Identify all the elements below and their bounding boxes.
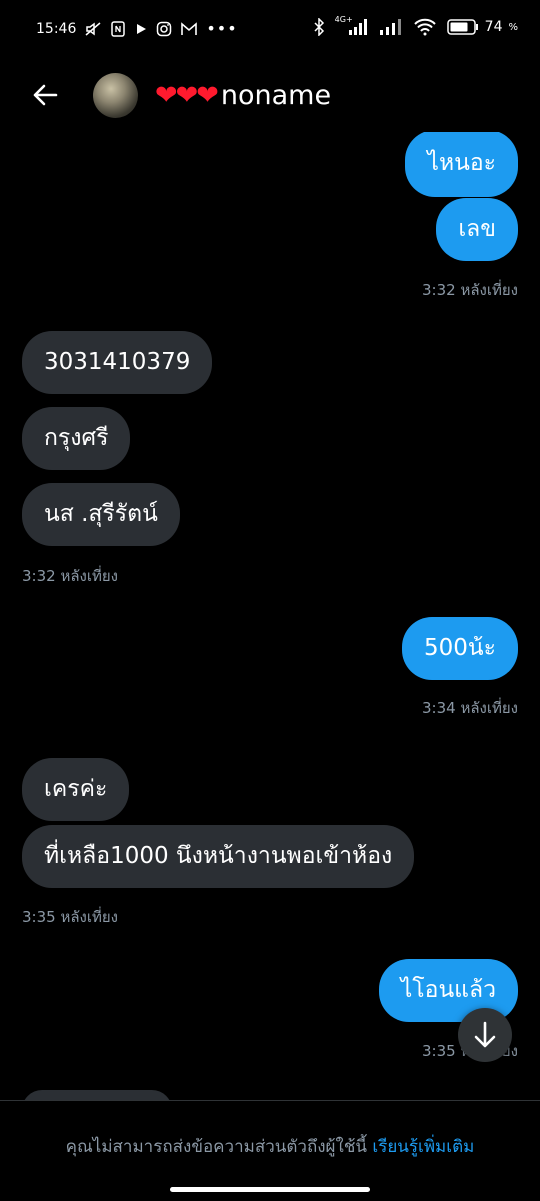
nfc-icon [111,20,126,37]
battery-icon [446,19,478,35]
gmail-icon [181,21,198,35]
message-timestamp: 3:34 หลังเที่ยง [422,699,518,717]
message-timestamp: 3:32 หลังเที่ยง [422,281,518,299]
message-bubble-out[interactable]: เลข [436,198,518,261]
footer-notice-text: คุณไม่สามารถส่งข้อความส่วนตัวถึงผู้ใช้นี… [65,1137,373,1157]
dm-disabled-notice: คุณไม่สามารถส่งข้อความส่วนตัวถึงผู้ใช้นี… [0,1133,540,1160]
home-indicator[interactable] [170,1187,370,1192]
signal-4g-icon: 4G+ [335,15,369,36]
message-text: ไหนอะ [427,150,496,176]
message-bubble-in[interactable]: ที่เหลือ1000 นึงหน้างานพอเข้าห้อง [22,825,415,888]
message-text: เครค่ะ [44,776,108,802]
message-text: กรุงศรี [44,425,109,451]
back-button[interactable] [28,78,62,112]
message-text: 3031410379 [44,349,191,375]
conversation-header: ❤❤❤ noname [0,62,540,132]
more-notifications-icon: ••• [206,19,238,38]
message-text: นส .สุรีรัตน์ [44,501,158,527]
message-text: ที่เหลือ1000 นึงหน้างานพอเข้าห้อง [44,843,393,869]
scroll-to-bottom-button[interactable] [458,1008,512,1062]
play-icon [137,23,147,34]
conversation-title[interactable]: ❤❤❤ noname [155,80,331,111]
battery: 74% [446,19,518,35]
bluetooth-icon [314,18,324,36]
signal-icon [379,19,401,35]
hearts-emoji: ❤❤❤ [155,80,219,111]
dm-disabled-footer: คุณไม่สามารถส่งข้อความส่วนตัวถึงผู้ใช้นี… [0,1100,540,1201]
mute-icon [85,21,101,36]
wifi-icon [413,18,436,36]
arrow-down-icon [474,1021,496,1048]
message-text: 500น้ะ [424,635,496,661]
message-bubble-in[interactable]: กรุงศรี [22,407,131,470]
message-bubble-out[interactable]: ไหนอะ [405,132,518,197]
avatar[interactable] [93,73,138,118]
message-timestamp: 3:35 หลังเที่ยง [22,908,118,926]
status-left: 15:46 ••• [36,19,238,38]
percent-sign: % [508,21,518,33]
learn-more-link[interactable]: เรียนรู้เพิ่มเติม [372,1137,474,1157]
message-text: เลข [458,216,496,242]
message-bubble-in[interactable]: นส .สุรีรัตน์ [22,483,180,546]
status-right: 4G+ 74% [313,15,518,36]
message-bubble-in-partial[interactable] [22,1090,172,1100]
message-text: ไโอนแล้ว [400,977,496,1003]
status-time: 15:46 [36,20,77,37]
user-name: noname [220,80,332,111]
message-list[interactable]: ไหนอะ เลข 3:32 หลังเที่ยง 3031410379 กรุ… [0,132,540,1100]
message-bubble-out[interactable]: 500น้ะ [402,617,518,680]
battery-percent: 74 [484,19,503,35]
instagram-icon [157,21,172,36]
status-bar: 15:46 ••• 4G+ 74% [0,0,540,60]
message-bubble-in[interactable]: 3031410379 [22,331,213,394]
arrow-left-icon [33,84,58,106]
message-timestamp: 3:32 หลังเที่ยง [22,567,118,585]
message-bubble-in[interactable]: เครค่ะ [22,758,130,821]
